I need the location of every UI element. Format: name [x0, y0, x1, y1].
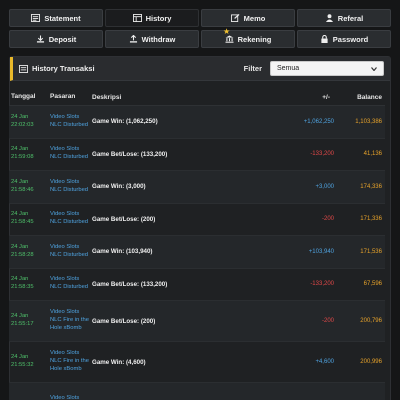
deposit-button[interactable]: Deposit	[9, 30, 103, 48]
cell-date: 24 Jan 21:58:46	[11, 178, 34, 193]
rekening-button[interactable]: ★ Rekening	[201, 27, 295, 48]
statement-icon	[31, 14, 41, 22]
statement-label: Statement	[44, 13, 81, 23]
table-row: 24 Jan 21:58:28 Video Slots NLC Disturbed…	[9, 236, 385, 269]
panel-header: History Transaksi Filter Semua	[10, 57, 390, 81]
cell-desc: Game Win: (103,940)	[92, 248, 153, 256]
star-icon: ★	[223, 27, 231, 36]
cell-game: Video Slots NLC Disturbed	[50, 243, 89, 258]
cell-amount: -200	[321, 318, 334, 324]
cell-date: 24 Jan 21:58:28	[11, 243, 34, 258]
cell-balance: 171,536	[360, 248, 382, 255]
withdraw-label: Withdraw	[141, 34, 176, 44]
cell-game: Video Slots NLC Fire in the Hole xBomb	[50, 350, 89, 372]
cell-game: Video Slots	[50, 394, 80, 400]
filter-value: Semua	[277, 65, 300, 72]
cell-date: 24 Jan 21:55:32	[11, 354, 34, 368]
memo-icon	[230, 14, 240, 22]
withdraw-icon	[129, 35, 137, 43]
cell-date: 24 Jan 21:55:17	[11, 313, 34, 327]
header-amount: +/-	[322, 93, 330, 101]
cell-amount: -133,200	[310, 151, 334, 158]
filter-select[interactable]: Semua	[270, 61, 384, 76]
cell-game: Video Slots NLC Disturbed	[50, 178, 89, 193]
table-row: 24 Jan 21:58:45 Video Slots NLC Disturbed…	[9, 204, 385, 236]
table-row: 24 Jan 21:58:46 Video Slots NLC Disturbed…	[9, 171, 385, 204]
panel-title-text: History Transaksi	[32, 64, 95, 73]
table-row: 24 Jan 21:55:32 Video Slots NLC Fire in t…	[9, 342, 385, 383]
cell-desc: Game Bet/Lose: (133,200)	[92, 280, 168, 288]
user-icon	[325, 14, 333, 22]
panel-title: History Transaksi	[19, 64, 95, 73]
cell-desc: Game Win: (1,062,250)	[92, 118, 158, 126]
bank-icon	[225, 35, 234, 43]
cell-balance: 171,336	[360, 216, 382, 223]
table-row: 24 Jan 21:58:35 Video Slots NLC Disturbed…	[9, 269, 385, 301]
cell-amount: +4,600	[315, 359, 334, 365]
account-nav: Statement History Memo Referal Deposit W…	[9, 9, 391, 51]
chevron-down-icon	[371, 66, 377, 71]
table-row: Video Slots	[9, 383, 385, 400]
deposit-icon	[36, 35, 44, 43]
cell-game: Video Slots NLC Disturbed	[50, 113, 89, 128]
cell-amount: -200	[321, 216, 334, 223]
list-icon	[19, 64, 28, 73]
cell-game: Video Slots NLC Fire in the Hole xBomb	[50, 309, 89, 331]
nav-row-2: Deposit Withdraw ★ Rekening Password	[9, 27, 391, 48]
cell-balance: 67,596	[363, 281, 382, 288]
cell-amount: +3,000	[315, 183, 334, 190]
cell-desc: Game Bet/Lose: (200)	[92, 215, 156, 223]
header-date: Tanggal	[11, 92, 36, 100]
referal-button[interactable]: Referal	[297, 9, 391, 27]
statement-button[interactable]: Statement	[9, 9, 103, 27]
cell-desc: Game Win: (3,000)	[92, 183, 146, 191]
cell-date: 24 Jan 21:59:08	[11, 146, 34, 161]
table-row: 24 Jan 21:59:08 Video Slots NLC Disturbed…	[9, 139, 385, 171]
cell-balance: 174,336	[360, 183, 382, 190]
cell-game: Video Slots NLC Disturbed	[50, 146, 89, 161]
cell-game: Video Slots NLC Disturbed	[50, 211, 89, 226]
cell-desc: Game Win: (4,600)	[92, 358, 146, 366]
cell-amount: +1,062,250	[303, 118, 334, 125]
withdraw-button[interactable]: Withdraw	[105, 30, 199, 48]
nav-row-1: Statement History Memo Referal	[9, 9, 391, 27]
memo-button[interactable]: Memo	[201, 9, 295, 27]
header-game: Pasaran	[50, 92, 76, 100]
header-balance: Balance	[357, 93, 382, 101]
history-button[interactable]: History	[105, 9, 199, 27]
cell-date: 24 Jan 21:58:45	[11, 211, 34, 226]
cell-amount: +103,940	[308, 248, 334, 255]
lock-icon	[321, 35, 328, 43]
cell-date: 24 Jan 21:58:35	[11, 276, 34, 291]
table-header: Tanggal Pasaran Deskripsi +/- Balance	[9, 89, 385, 106]
deposit-label: Deposit	[48, 34, 77, 44]
cell-amount: -133,200	[310, 281, 334, 288]
history-icon	[132, 14, 142, 22]
cell-balance: 41,136	[363, 151, 382, 158]
cell-balance: 200,796	[360, 318, 382, 324]
cell-desc: Game Bet/Lose: (200)	[92, 317, 156, 325]
table-row: 24 Jan 22:02:03 Video Slots NLC Disturbed…	[9, 106, 385, 139]
rekening-label: Rekening	[237, 34, 272, 44]
cell-balance: 200,996	[360, 359, 382, 365]
header-desc: Deskripsi	[92, 93, 122, 101]
cell-date: 24 Jan 22:02:03	[11, 113, 34, 128]
referal-label: Referal	[337, 13, 364, 23]
password-label: Password	[332, 34, 369, 44]
filter-label: Filter	[243, 64, 262, 73]
history-table: Tanggal Pasaran Deskripsi +/- Balance 24…	[9, 89, 385, 400]
memo-label: Memo	[243, 13, 266, 23]
history-label: History	[145, 13, 172, 23]
cell-balance: 1,103,386	[355, 118, 382, 125]
table-body: 24 Jan 22:02:03 Video Slots NLC Disturbed…	[9, 106, 385, 400]
cell-desc: Game Bet/Lose: (133,200)	[92, 150, 168, 158]
cell-game: Video Slots NLC Disturbed	[50, 276, 89, 291]
password-button[interactable]: Password	[297, 30, 391, 48]
table-row: 24 Jan 21:55:17 Video Slots NLC Fire in t…	[9, 301, 385, 342]
